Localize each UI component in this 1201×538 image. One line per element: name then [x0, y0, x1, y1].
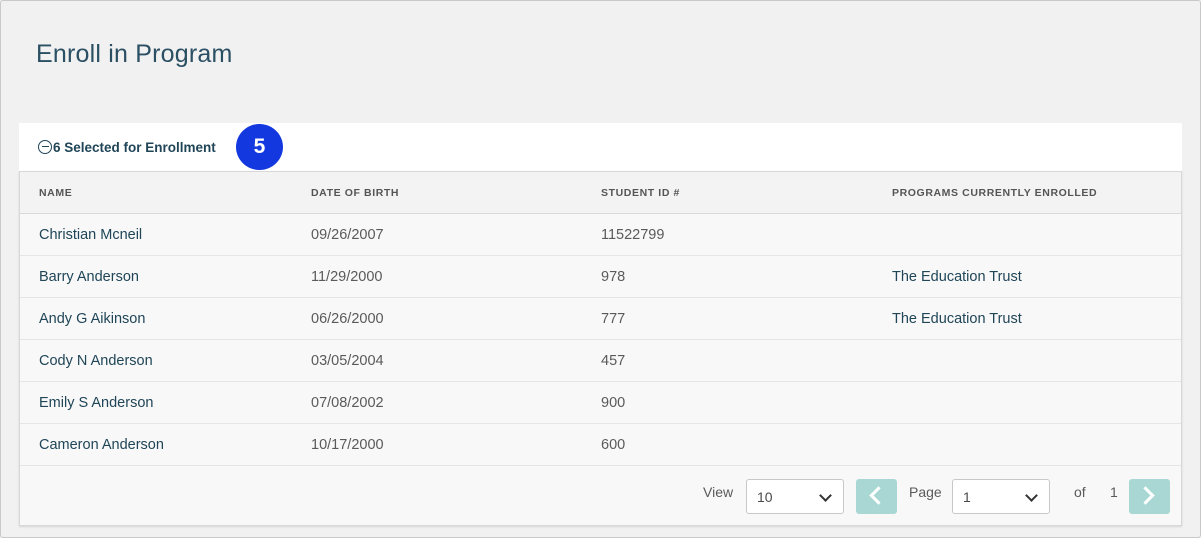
student-name-link[interactable]: Cameron Anderson: [39, 437, 164, 453]
pagination-bar: View 10 Page 1 of 1: [20, 467, 1181, 515]
chevron-down-icon: [819, 489, 832, 502]
table-row: Cody N Anderson 03/05/2004 457: [20, 340, 1181, 382]
page-label: Page: [909, 484, 942, 500]
student-id: 978: [601, 269, 626, 285]
students-table: NAME DATE OF BIRTH STUDENT ID # PROGRAMS…: [19, 171, 1182, 526]
step-badge: 5: [236, 124, 283, 170]
student-dob: 09/26/2007: [311, 227, 384, 243]
chevron-down-icon: [1025, 489, 1038, 502]
page-title: Enroll in Program: [36, 40, 233, 68]
total-pages: 1: [1110, 484, 1118, 500]
student-name-link[interactable]: Christian Mcneil: [39, 227, 142, 243]
rows-per-page-value: 10: [757, 489, 773, 505]
table-header: NAME DATE OF BIRTH STUDENT ID # PROGRAMS…: [20, 172, 1181, 214]
student-id: 600: [601, 437, 626, 453]
student-id: 457: [601, 353, 626, 369]
table-row: Christian Mcneil 09/26/2007 11522799: [20, 214, 1181, 256]
chevron-left-icon: [869, 486, 888, 505]
student-name-link[interactable]: Cody N Anderson: [39, 353, 153, 369]
student-name-link[interactable]: Emily S Anderson: [39, 395, 153, 411]
table-row: Barry Anderson 11/29/2000 978 The Educat…: [20, 256, 1181, 298]
column-header-dob[interactable]: DATE OF BIRTH: [311, 187, 399, 199]
program-link[interactable]: The Education Trust: [892, 311, 1022, 327]
student-dob: 07/08/2002: [311, 395, 384, 411]
of-label: of: [1074, 484, 1086, 500]
student-dob: 11/29/2000: [311, 269, 383, 285]
table-row: Emily S Anderson 07/08/2002 900: [20, 382, 1181, 424]
program-link[interactable]: The Education Trust: [892, 269, 1022, 285]
column-header-student-id[interactable]: STUDENT ID #: [601, 187, 680, 199]
student-id: 777: [601, 311, 626, 327]
column-header-programs[interactable]: PROGRAMS CURRENTLY ENROLLED: [892, 187, 1097, 199]
student-dob: 06/26/2000: [311, 311, 384, 327]
minus-circle-icon[interactable]: [38, 140, 52, 154]
selection-bar: 6 Selected for Enrollment: [19, 123, 1182, 171]
table-row: Cameron Anderson 10/17/2000 600: [20, 424, 1181, 466]
previous-page-button[interactable]: [856, 479, 897, 514]
page-select[interactable]: 1: [952, 479, 1050, 514]
rows-per-page-select[interactable]: 10: [746, 479, 844, 514]
student-dob: 10/17/2000: [311, 437, 384, 453]
student-name-link[interactable]: Barry Anderson: [39, 269, 139, 285]
table-row: Andy G Aikinson 06/26/2000 777 The Educa…: [20, 298, 1181, 340]
column-header-name[interactable]: NAME: [39, 187, 72, 199]
selection-toggle[interactable]: 6 Selected for Enrollment: [38, 140, 216, 155]
view-label: View: [703, 484, 734, 500]
student-dob: 03/05/2004: [311, 353, 384, 369]
next-page-button[interactable]: [1129, 479, 1170, 514]
student-name-link[interactable]: Andy G Aikinson: [39, 311, 145, 327]
student-id: 900: [601, 395, 626, 411]
selection-count-label: 6 Selected for Enrollment: [53, 139, 216, 155]
student-id: 11522799: [601, 227, 665, 243]
page-select-value: 1: [963, 489, 971, 505]
chevron-right-icon: [1136, 486, 1155, 505]
